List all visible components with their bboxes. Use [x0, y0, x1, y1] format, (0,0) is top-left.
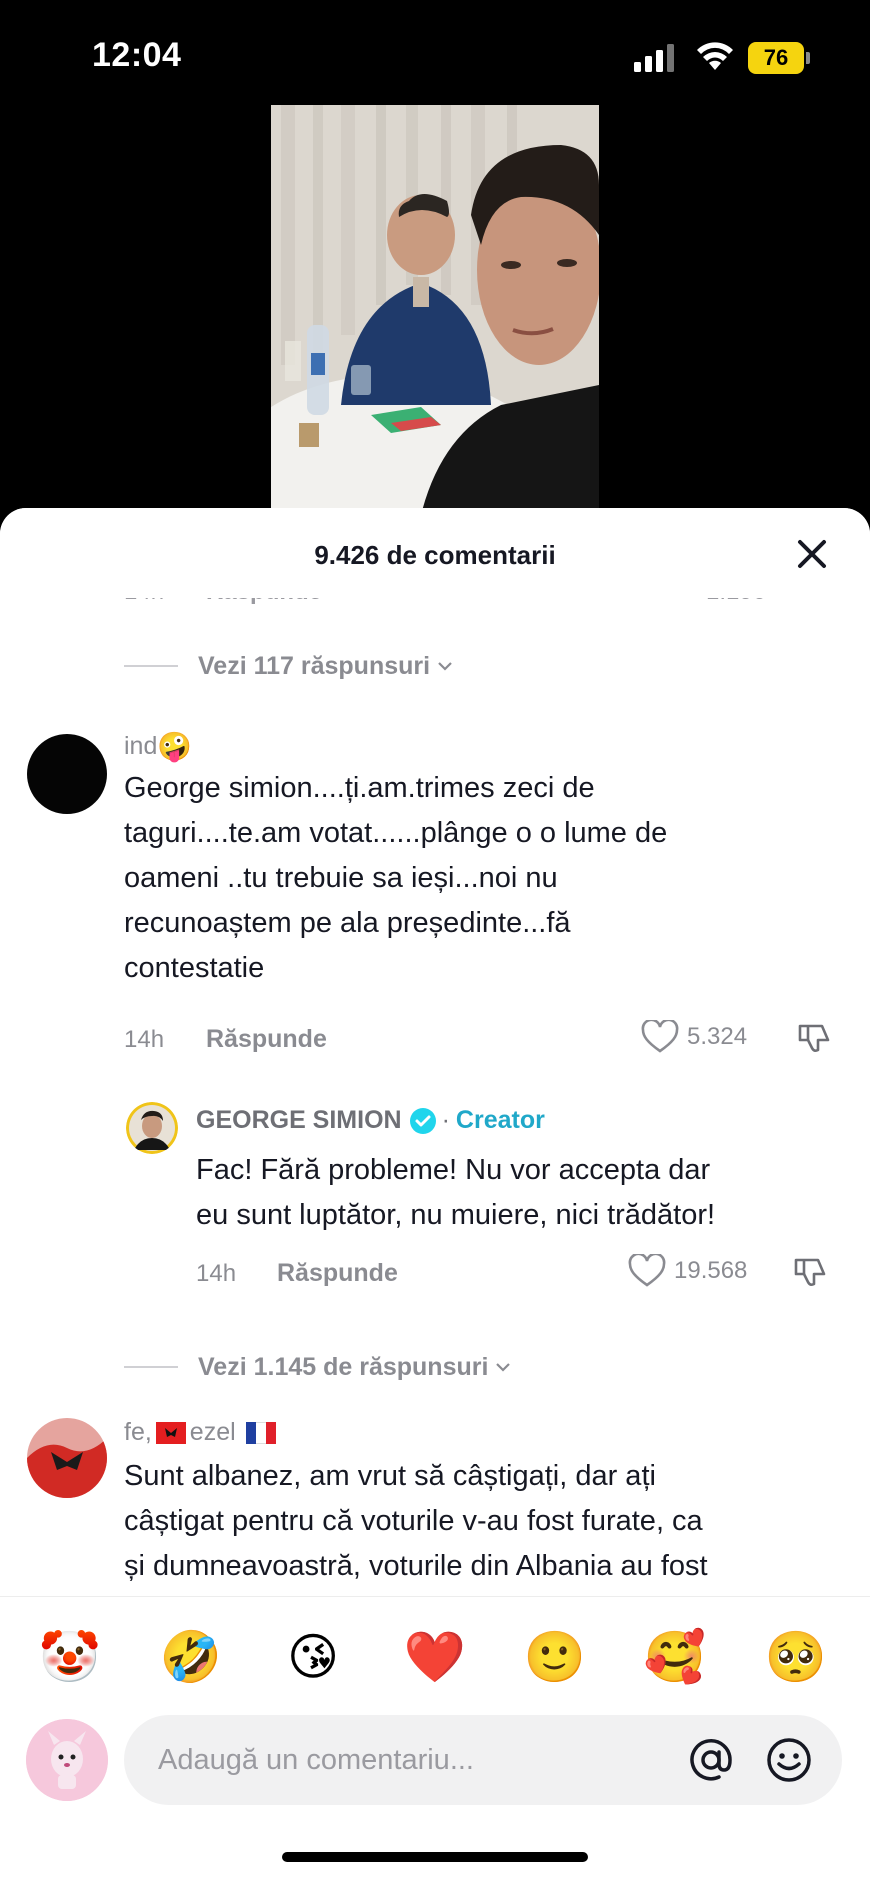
- view-replies-link[interactable]: Vezi 1.145 de răspunsuri: [124, 1350, 512, 1384]
- user-avatar[interactable]: [26, 1719, 108, 1801]
- home-indicator[interactable]: [282, 1852, 588, 1862]
- video-player[interactable]: [0, 105, 870, 530]
- comment-time: 14h: [124, 1026, 165, 1053]
- status-time: 12:04: [92, 36, 182, 74]
- comment-username[interactable]: ind 🤪: [124, 730, 192, 763]
- mention-icon[interactable]: [686, 1735, 736, 1785]
- rofl-emoji-button[interactable]: 🤣: [159, 1625, 223, 1689]
- divider-line: [124, 665, 178, 667]
- kiss-emoji-button[interactable]: 😘: [281, 1625, 345, 1689]
- albania-flag-icon: [155, 1421, 186, 1444]
- quick-emoji-bar: 🤡 🤣 😘 ❤️ 🙂 🥰 🥺: [0, 1625, 870, 1689]
- dislike-icon[interactable]: [792, 1254, 828, 1290]
- love-face-emoji-button[interactable]: 🥰: [643, 1625, 707, 1689]
- like-button[interactable]: 5.324: [641, 1020, 747, 1054]
- heart-outline-icon: [628, 1254, 666, 1287]
- comment-text: George simion....ți.am.trimes zeci de ta…: [124, 772, 668, 984]
- close-icon[interactable]: [792, 534, 832, 574]
- comment-input-box[interactable]: [124, 1715, 842, 1805]
- france-flag-icon: [245, 1421, 276, 1444]
- chevron-down-icon: [438, 662, 452, 671]
- creator-label: Creator: [455, 1106, 545, 1134]
- zany-face-emoji: 🤪: [157, 730, 193, 763]
- heart-outline-icon: [641, 1020, 679, 1053]
- comment-input[interactable]: [158, 1715, 678, 1805]
- cellular-signal-icon: [634, 44, 674, 72]
- emoji-picker-icon[interactable]: [764, 1735, 814, 1785]
- pleading-emoji-button[interactable]: 🥺: [764, 1625, 828, 1689]
- creator-reply-text: Fac! Fără probleme! Nu vor accepta dar e…: [196, 1154, 716, 1231]
- reply-button[interactable]: Răspunde: [277, 1259, 398, 1288]
- view-replies-label: Vezi 117 răspunsuri: [198, 651, 431, 680]
- chevron-down-icon: [496, 1363, 511, 1372]
- comment-username[interactable]: fe, ezel: [124, 1418, 276, 1447]
- verified-badge-icon: [409, 1107, 436, 1134]
- like-count: 5.324: [687, 1023, 748, 1050]
- status-bar: 12:04 76: [0, 0, 870, 110]
- comments-count-title: 9.426 de comentarii: [314, 540, 556, 570]
- avatar[interactable]: [27, 1418, 107, 1498]
- creator-username: GEORGE SIMION: [196, 1106, 402, 1134]
- smile-emoji-button[interactable]: 🙂: [523, 1625, 587, 1689]
- dislike-icon[interactable]: [796, 1020, 832, 1056]
- comment-text: Sunt albanez, am vrut să câștigați, dar …: [124, 1460, 708, 1582]
- battery-icon: 76: [748, 42, 810, 74]
- heart-emoji-button[interactable]: ❤️: [403, 1625, 467, 1689]
- view-replies-label: Vezi 1.145 de răspunsuri: [198, 1352, 489, 1381]
- avatar[interactable]: [27, 734, 107, 814]
- video-thumbnail: [271, 105, 599, 515]
- creator-username-row[interactable]: GEORGE SIMION · Creator: [196, 1106, 545, 1135]
- battery-level: 76: [748, 42, 804, 74]
- divider-line: [124, 1366, 178, 1368]
- view-replies-link[interactable]: Vezi 117 răspunsuri: [124, 649, 454, 683]
- reply-time: 14h: [196, 1260, 237, 1287]
- like-button[interactable]: 19.568: [628, 1254, 747, 1288]
- creator-avatar[interactable]: [126, 1102, 178, 1154]
- comment-composer: 🤡 🤣 😘 ❤️ 🙂 🥰 🥺: [0, 1596, 870, 1883]
- comments-header: 9.426 de comentarii: [0, 508, 870, 598]
- reply-button[interactable]: Răspunde: [206, 1025, 327, 1054]
- like-count: 19.568: [674, 1257, 748, 1284]
- wifi-icon: [697, 42, 733, 70]
- clown-emoji-button[interactable]: 🤡: [38, 1625, 102, 1689]
